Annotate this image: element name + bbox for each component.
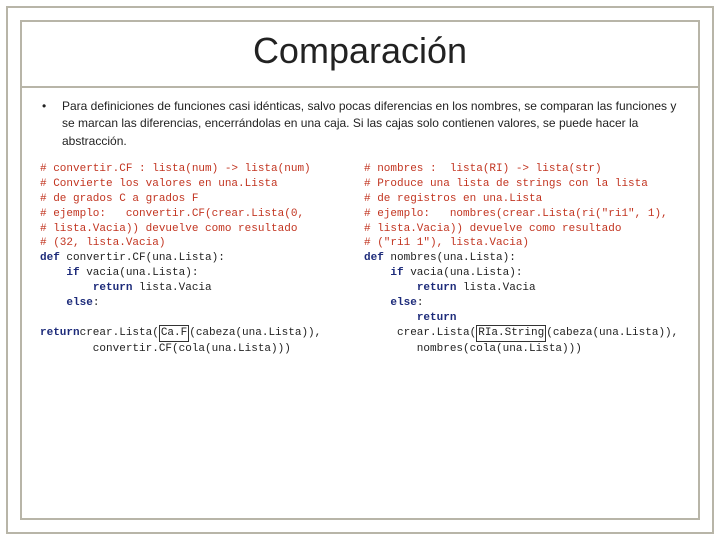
inner-frame: Comparación • Para definiciones de funci… — [20, 20, 700, 520]
keyword-def: def — [364, 252, 384, 264]
code-text: (cabeza(una.Lista)), — [189, 327, 321, 339]
comment-line: # lista.Vacia)) devuelve como resultado — [40, 223, 297, 235]
title-block: Comparación — [40, 30, 680, 72]
code-text: : — [417, 297, 424, 309]
boxed-diff-right: RIa.String — [476, 325, 546, 342]
code-text: convertir.CF(cola(una.Lista))) — [40, 343, 291, 355]
comment-line: # de grados C a grados F — [40, 193, 198, 205]
keyword-if: if — [390, 267, 403, 279]
code-text: nombres(cola(una.Lista))) — [364, 343, 582, 355]
code-text: lista.Vacia — [456, 282, 535, 294]
keyword-return: return — [93, 282, 133, 294]
code-text: vacia(una.Lista): — [404, 267, 523, 279]
comment-line: # ("ri1 1"), lista.Vacia) — [364, 237, 529, 249]
code-right: # nombres : lista(RI) -> lista(str) # Pr… — [364, 162, 680, 357]
code-text: (cabeza(una.Lista)), — [546, 327, 678, 339]
outer-frame: Comparación • Para definiciones de funci… — [6, 6, 714, 534]
code-left: # convertir.CF : lista(num) -> lista(num… — [40, 162, 356, 357]
body-row: • Para definiciones de funciones casi id… — [40, 98, 680, 150]
code-text: convertir.CF(una.Lista): — [60, 252, 225, 264]
comment-line: # ejemplo: nombres(crear.Lista(ri("ri1",… — [364, 208, 668, 220]
body-paragraph: Para definiciones de funciones casi idén… — [62, 98, 680, 150]
comment-line: # Convierte los valores en una.Lista — [40, 178, 278, 190]
code-columns: # convertir.CF : lista(num) -> lista(num… — [40, 162, 680, 357]
keyword-return: return — [417, 312, 457, 324]
keyword-if: if — [66, 267, 79, 279]
code-text: nombres(una.Lista): — [384, 252, 516, 264]
boxed-diff-left: Ca.F — [159, 325, 189, 342]
comment-line: # convertir.CF : lista(num) -> lista(num… — [40, 163, 311, 175]
comment-line: # de registros en una.Lista — [364, 193, 542, 205]
code-text: vacia(una.Lista): — [80, 267, 199, 279]
comment-line: # ejemplo: convertir.CF(crear.Lista(0, — [40, 208, 304, 220]
code-text: crear.Lista( — [364, 327, 476, 339]
keyword-return: return — [40, 327, 80, 339]
slide-title: Comparación — [40, 30, 680, 72]
divider — [22, 86, 698, 88]
comment-line: # (32, lista.Vacia) — [40, 237, 165, 249]
keyword-def: def — [40, 252, 60, 264]
bullet-marker: • — [40, 98, 62, 150]
comment-line: # Produce una lista de strings con la li… — [364, 178, 648, 190]
code-text: : — [93, 297, 100, 309]
keyword-return: return — [417, 282, 457, 294]
code-text: crear.Lista( — [80, 327, 159, 339]
keyword-else: else — [66, 297, 92, 309]
code-text: lista.Vacia — [132, 282, 211, 294]
comment-line: # nombres : lista(RI) -> lista(str) — [364, 163, 602, 175]
keyword-else: else — [390, 297, 416, 309]
comment-line: # lista.Vacia)) devuelve como resultado — [364, 223, 621, 235]
